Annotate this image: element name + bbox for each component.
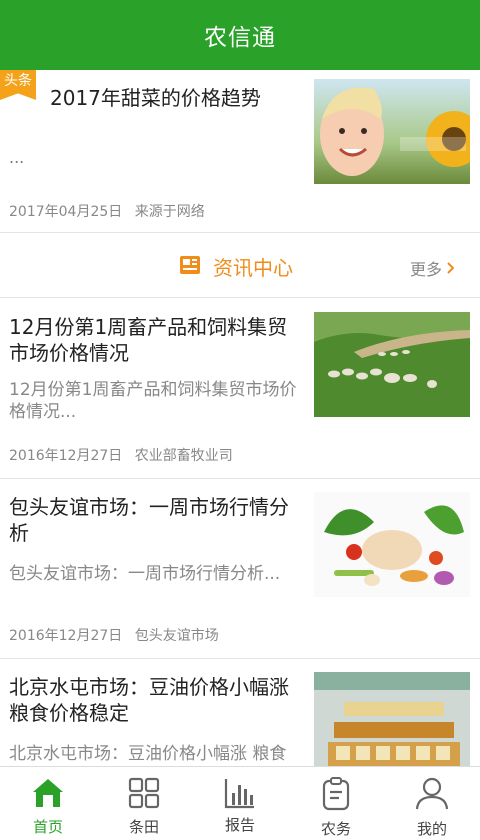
tab-label: 我的 — [416, 820, 447, 838]
news-item[interactable]: 北京水屯市场：豆油价格小幅涨 粮食价格稳定 北京水屯市场：豆油价格小幅涨 粮食 — [0, 659, 480, 766]
user-icon — [415, 777, 449, 810]
headline-card[interactable]: 头条 2017年甜菜的价格趋势 ... 2017年04月25日 来源于网络 — [0, 70, 480, 233]
news-title: 北京水屯市场：豆油价格小幅涨 粮食价格稳定 — [9, 675, 289, 725]
news-summary: 12月份第1周畜产品和饲料集贸市场价格情况... — [9, 380, 297, 422]
headline-meta: 2017年04月25日 来源于网络 — [9, 201, 205, 221]
tab-reports[interactable]: 报告 — [192, 767, 288, 840]
news-date: 2016年12月27日 — [9, 448, 123, 464]
news-source: 包头友谊市场 — [134, 628, 219, 644]
vegetables-chicken-photo — [314, 492, 470, 597]
headline-source: 来源于网络 — [134, 204, 205, 220]
news-meta: 2016年12月27日 包头友谊市场 — [9, 625, 219, 645]
more-label: 更多 — [410, 260, 443, 279]
tab-profile[interactable]: 我的 — [384, 767, 480, 840]
tab-label: 报告 — [224, 816, 255, 834]
news-item[interactable]: 包头友谊市场：一周市场行情分析 包头友谊市场：一周市场行情分析... 2016年… — [0, 479, 480, 659]
home-icon — [33, 779, 63, 807]
tab-label: 首页 — [32, 818, 63, 836]
clipboard-icon — [322, 777, 350, 811]
app-title: 农信通 — [204, 25, 276, 51]
news-section-title: 资讯中心 — [213, 256, 293, 280]
market-stall-photo — [314, 672, 470, 766]
child-sunflower-photo — [314, 79, 470, 184]
news-summary: 包头友谊市场：一周市场行情分析... — [9, 564, 281, 584]
headline-title: 2017年甜菜的价格趋势 — [50, 86, 261, 110]
news-meta: 2016年12月27日 农业部畜牧业司 — [9, 445, 233, 465]
bottom-tab-bar: 首页 条田 报告 农务 我的 — [0, 766, 480, 840]
news-icon — [180, 256, 200, 274]
tab-fields[interactable]: 条田 — [96, 767, 192, 840]
news-date: 2016年12月27日 — [9, 628, 123, 644]
tab-label: 条田 — [128, 818, 159, 836]
news-summary: 北京水屯市场：豆油价格小幅涨 粮食 — [9, 744, 287, 764]
tab-home[interactable]: 首页 — [0, 767, 96, 840]
news-section-header: 资讯中心 更多 — [0, 234, 480, 298]
news-source: 农业部畜牧业司 — [134, 448, 233, 464]
grid-icon — [128, 777, 160, 809]
news-title: 12月份第1周畜产品和饲料集贸市场价格情况 — [9, 315, 288, 365]
headline-badge: 头条 — [0, 70, 36, 100]
news-title: 包头友谊市场：一周市场行情分析 — [9, 495, 289, 545]
tab-label: 农务 — [320, 820, 351, 838]
tab-farm-work[interactable]: 农务 — [288, 767, 384, 840]
headline-summary: ... — [9, 148, 25, 167]
bar-chart-icon — [224, 779, 254, 809]
chevron-right-icon — [447, 262, 455, 274]
app-header: 农信通 — [0, 0, 480, 70]
more-link[interactable]: 更多 — [410, 256, 455, 280]
news-item[interactable]: 12月份第1周畜产品和饲料集贸市场价格情况 12月份第1周畜产品和饲料集贸市场价… — [0, 299, 480, 479]
headline-date: 2017年04月25日 — [9, 204, 123, 220]
sheep-pasture-photo — [314, 312, 470, 417]
